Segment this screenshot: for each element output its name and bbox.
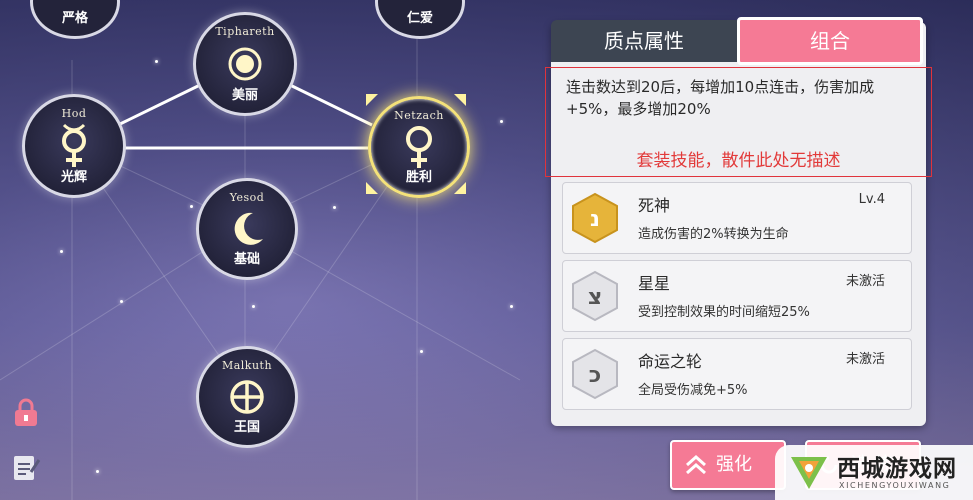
skill-status: 未激活 [845,352,885,367]
selection-corner-icon [366,182,378,194]
skill-glyph: כ [589,363,601,388]
grey-hexagon-icon: כ [572,348,618,400]
lock-icon[interactable] [11,398,41,428]
node-label: 仁爱 [406,11,433,26]
skill-card[interactable]: נ 死神 Lv.4 造成伤害的2%转换为生命 [562,182,912,254]
skill-status: Lv.4 [858,192,885,207]
skill-card[interactable]: כ 命运之轮 未激活 全局受伤减免+5% [562,338,912,410]
node-malkuth[interactable]: Malkuth 王国 [196,346,298,448]
skill-effect: 全局受伤减免+5% [638,383,748,398]
selection-corner-icon [454,182,466,194]
set-note: 套装技能，散件此处无描述 [636,151,841,171]
skill-name: 星星 [638,274,671,293]
skill-card[interactable]: צ 星星 未激活 受到控制效果的时间缩短25% [562,260,912,332]
node-yesod[interactable]: Yesod 基础 [196,178,298,280]
node-tiphareth[interactable]: Tiphareth 美丽 [193,12,297,116]
node-en-label: Netzach [394,109,444,122]
set-description: 连击数达到20后，每增加10点连击，伤害加成+5%，最多增加20% [566,78,875,118]
selection-corner-icon [366,94,378,106]
node-cn-label: 基础 [233,252,260,267]
skill-status: 未激活 [845,274,885,289]
moon-icon [234,212,263,245]
gold-hexagon-icon: נ [572,192,618,244]
node-en-label: Yesod [229,191,265,204]
sun-icon [228,47,262,81]
panel-tabs: 质点属性 组合 [551,17,923,65]
node-cn-label: 美丽 [231,88,258,103]
skill-glyph: צ [588,285,602,310]
double-chevron-up-icon [686,454,706,475]
earth-icon [230,380,264,414]
edit-note-icon[interactable] [11,452,41,482]
watermark-logo-icon [791,457,827,489]
node-label: 严格 [61,11,88,26]
upgrade-label: 强化 [716,454,752,475]
grey-hexagon-icon: צ [572,270,618,322]
node-cn-label: 王国 [233,420,260,435]
watermark-title: 西城游戏网 [837,456,957,482]
skill-name: 命运之轮 [638,352,703,371]
selection-corner-icon [454,94,466,106]
tab-combination[interactable]: 组合 [737,17,923,65]
skill-name: 死神 [638,196,671,215]
node-en-label: Tiphareth [215,25,275,38]
node-en-label: Hod [61,107,87,120]
node-cn-label: 胜利 [405,170,432,185]
venus-icon [406,126,432,168]
site-watermark: 西城游戏网 XICHENGYOUXIWANG [775,445,973,500]
set-description-box: 连击数达到20后，每增加10点连击，伤害加成+5%，最多增加20% 套装技能，散… [545,67,932,177]
skill-effect: 造成伤害的2%转换为生命 [638,227,789,242]
node-en-label: Malkuth [221,359,273,372]
mercury-icon [62,123,86,167]
skill-effect: 受到控制效果的时间缩短25% [638,305,810,320]
upgrade-button[interactable]: 强化 [670,440,786,490]
tab-node-attributes[interactable]: 质点属性 [551,20,737,62]
node-hod[interactable]: Hod 光辉 [22,94,126,198]
skill-glyph: נ [590,207,600,232]
node-cn-label: 光辉 [60,170,87,185]
watermark-subtitle: XICHENGYOUXIWANG [839,481,951,490]
